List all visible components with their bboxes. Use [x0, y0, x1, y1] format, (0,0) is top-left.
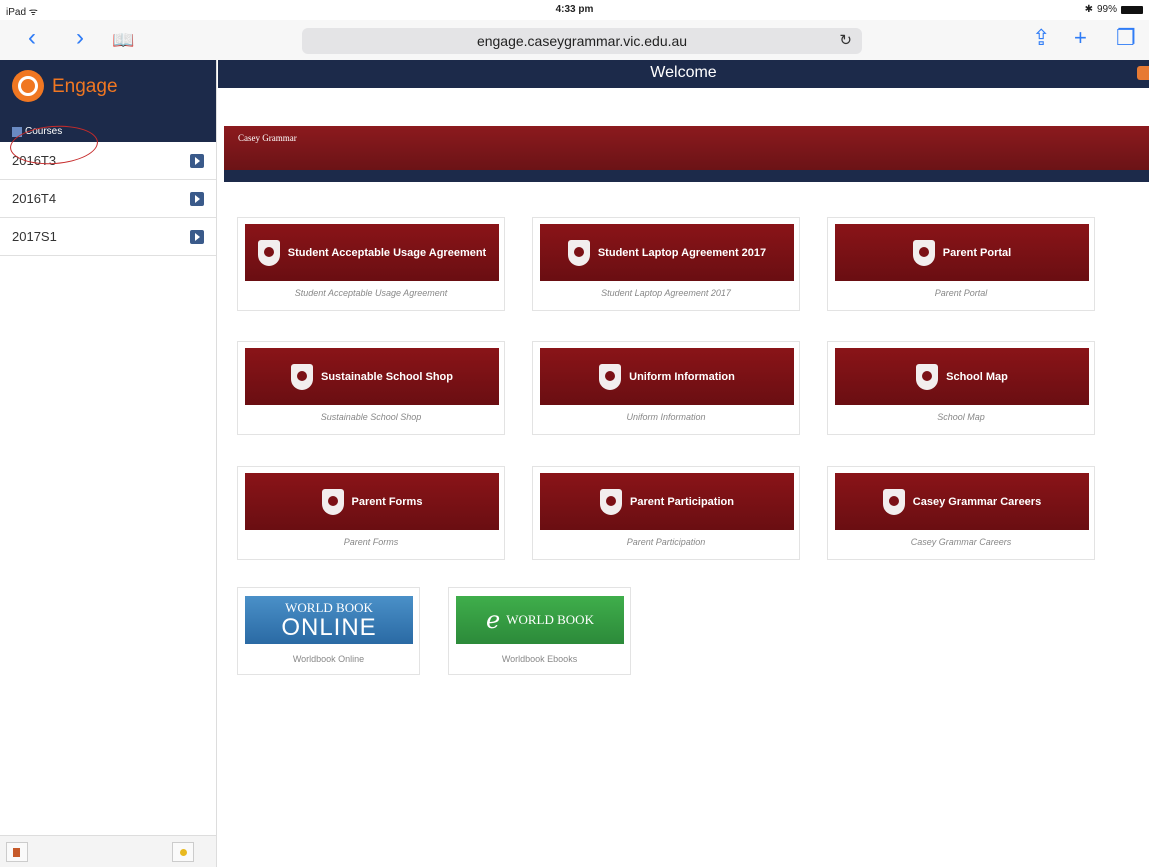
logout-button[interactable] — [6, 842, 28, 862]
tile-button[interactable]: Student Acceptable Usage Agreement — [245, 224, 499, 281]
tile-casey-grammar-careers[interactable]: Casey Grammar Careers Casey Grammar Care… — [827, 466, 1095, 560]
tile-caption: Parent Participation — [626, 537, 706, 547]
tile-label: School Map — [946, 370, 1008, 383]
engage-logo-icon — [12, 70, 44, 102]
sidebar: Engage Courses 2016T3 2016T4 2017S1 — [0, 60, 217, 867]
crest-icon — [321, 488, 344, 515]
crest-icon — [599, 363, 622, 390]
page-title: Welcome — [650, 64, 717, 81]
battery-icon — [1121, 5, 1143, 14]
tabs-icon[interactable]: ❐ — [1116, 26, 1136, 50]
crest-icon — [600, 488, 623, 515]
crest-icon — [257, 239, 280, 266]
tile-label: Parent Participation — [630, 495, 734, 508]
back-arrow-icon — [12, 126, 22, 137]
app-name: Engage — [52, 76, 118, 97]
sidebar-header: Engage Courses — [0, 60, 216, 142]
tile-student-laptop-agreement[interactable]: Student Laptop Agreement 2017 Student La… — [532, 217, 800, 311]
tile-button[interactable]: Parent Portal — [835, 224, 1089, 281]
worldbook-ebooks-logo[interactable]: ℯ WORLD BOOK — [456, 596, 624, 644]
main-content: Welcome Casey Grammar Student Acceptable… — [218, 60, 1149, 867]
sidebar-item-2016t3[interactable]: 2016T3 — [0, 142, 216, 180]
page-header: Welcome — [218, 60, 1149, 88]
tile-caption: Worldbook Ebooks — [501, 654, 578, 664]
tile-student-acceptable-usage[interactable]: Student Acceptable Usage Agreement Stude… — [237, 217, 505, 311]
ebook-e-icon: ℯ — [486, 607, 501, 634]
user-menu-icon[interactable] — [1137, 66, 1149, 80]
new-tab-icon[interactable]: + — [1074, 26, 1087, 50]
tile-button[interactable]: Parent Participation — [540, 473, 794, 530]
crest-icon — [290, 363, 313, 390]
courses-back-button[interactable]: Courses — [12, 126, 62, 137]
sidebar-footer — [0, 835, 216, 867]
status-bar: iPad ᯤ 4:33 pm ✱ 99% — [0, 0, 1149, 20]
tile-label: Sustainable School Shop — [320, 370, 454, 383]
crest-icon — [882, 488, 905, 515]
tile-label: Uniform Information — [629, 370, 735, 383]
share-icon[interactable]: ⇪ — [1032, 26, 1050, 50]
tile-label: Parent Portal — [942, 246, 1012, 259]
tile-label: Student Laptop Agreement 2017 — [597, 246, 767, 259]
course-label: 2016T4 — [12, 191, 57, 206]
school-banner: Casey Grammar — [224, 126, 1149, 182]
tile-worldbook-ebooks[interactable]: ℯ WORLD BOOK Worldbook Ebooks — [448, 587, 631, 675]
tile-label: Parent Forms — [351, 495, 423, 508]
play-arrow-icon[interactable] — [190, 230, 204, 244]
tile-label: Student Acceptable Usage Agreement — [287, 246, 487, 259]
bookmarks-icon[interactable]: 📖 — [112, 28, 134, 52]
settings-button[interactable] — [172, 842, 194, 862]
tile-caption: Casey Grammar Careers — [910, 537, 1012, 547]
tile-caption: Student Laptop Agreement 2017 — [601, 288, 731, 298]
sidebar-item-2016t4[interactable]: 2016T4 — [0, 180, 216, 218]
worldbook-online-logo[interactable]: WORLD BOOK ONLINE — [245, 596, 413, 644]
tile-caption: Worldbook Online — [292, 654, 365, 664]
battery-status: ✱ 99% — [1085, 4, 1143, 15]
tile-caption: Parent Forms — [343, 537, 399, 547]
tile-caption: Sustainable School Shop — [320, 412, 422, 422]
tile-parent-participation[interactable]: Parent Participation Parent Participatio… — [532, 466, 800, 560]
logo-line2: ONLINE — [281, 614, 377, 641]
tile-caption: School Map — [937, 412, 985, 422]
logo-text: WORLD BOOK — [506, 612, 594, 627]
tile-school-map[interactable]: School Map School Map — [827, 341, 1095, 435]
tile-sustainable-school-shop[interactable]: Sustainable School Shop Sustainable Scho… — [237, 341, 505, 435]
tile-parent-forms[interactable]: Parent Forms Parent Forms — [237, 466, 505, 560]
tile-button[interactable]: Uniform Information — [540, 348, 794, 405]
tile-button[interactable]: Casey Grammar Careers — [835, 473, 1089, 530]
tile-uniform-information[interactable]: Uniform Information Uniform Information — [532, 341, 800, 435]
address-bar[interactable]: engage.caseygrammar.vic.edu.au ↻ — [302, 28, 862, 54]
back-icon[interactable]: ‹ — [28, 26, 36, 50]
crest-icon — [567, 239, 590, 266]
tile-button[interactable]: Parent Forms — [245, 473, 499, 530]
reload-icon[interactable]: ↻ — [839, 31, 852, 49]
tile-caption: Parent Portal — [934, 288, 988, 298]
tile-button[interactable]: Sustainable School Shop — [245, 348, 499, 405]
school-logo: Casey Grammar — [238, 133, 297, 143]
tile-button[interactable]: Student Laptop Agreement 2017 — [540, 224, 794, 281]
logo-line1: WORLD BOOK — [285, 600, 373, 615]
play-arrow-icon[interactable] — [190, 154, 204, 168]
crest-icon — [916, 363, 939, 390]
clock: 4:33 pm — [555, 4, 594, 15]
course-label: 2017S1 — [12, 229, 57, 244]
crest-icon — [912, 239, 935, 266]
battery-percent: 99% — [1096, 4, 1117, 15]
tile-label: Casey Grammar Careers — [912, 495, 1042, 508]
course-label: 2016T3 — [12, 153, 57, 168]
tile-caption: Uniform Information — [626, 412, 706, 422]
browser-toolbar: ‹ › 📖 engage.caseygrammar.vic.edu.au ↻ ⇪… — [0, 20, 1149, 60]
forward-icon[interactable]: › — [76, 26, 84, 50]
tile-button[interactable]: School Map — [835, 348, 1089, 405]
url-text: engage.caseygrammar.vic.edu.au — [476, 33, 688, 49]
sidebar-item-2017s1[interactable]: 2017S1 — [0, 218, 216, 256]
bluetooth-icon: ✱ — [1084, 4, 1093, 15]
tile-parent-portal[interactable]: Parent Portal Parent Portal — [827, 217, 1095, 311]
tile-worldbook-online[interactable]: WORLD BOOK ONLINE Worldbook Online — [237, 587, 420, 675]
courses-label: Courses — [25, 126, 63, 137]
tile-caption: Student Acceptable Usage Agreement — [294, 288, 448, 298]
play-arrow-icon[interactable] — [190, 192, 204, 206]
